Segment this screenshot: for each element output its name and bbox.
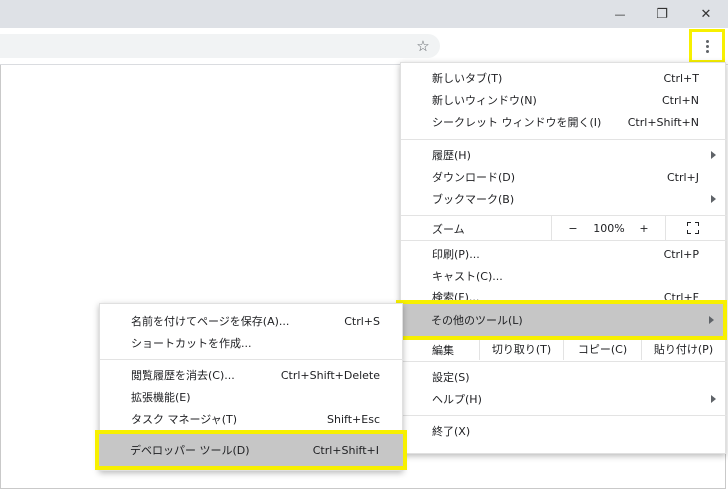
menu-new-window[interactable]: 新しいウィンドウ(N) Ctrl+N: [401, 89, 727, 111]
close-window-button[interactable]: ✕: [686, 0, 726, 28]
minimize-button[interactable]: —: [600, 0, 640, 28]
menu-help[interactable]: ヘルプ(H): [401, 388, 727, 410]
cut-button[interactable]: 切り取り(T): [480, 338, 563, 360]
kebab-icon: [705, 39, 709, 53]
paste-button[interactable]: 貼り付け(P): [642, 338, 725, 360]
submenu-task-manager[interactable]: タスク マネージャ(T) Shift+Esc: [100, 408, 404, 430]
edit-row: 編集 切り取り(T) コピー(C) 貼り付け(P): [401, 338, 727, 360]
submenu-save-page[interactable]: 名前を付けてページを保存(A)... Ctrl+S: [100, 310, 404, 332]
chrome-main-menu: 新しいタブ(T) Ctrl+T 新しいウィンドウ(N) Ctrl+N シークレッ…: [400, 62, 727, 454]
fullscreen-button[interactable]: [681, 216, 705, 240]
submenu-create-shortcut[interactable]: ショートカットを作成...: [100, 332, 404, 354]
copy-button[interactable]: コピー(C): [564, 338, 641, 360]
menu-settings[interactable]: 設定(S): [401, 366, 727, 388]
address-bar[interactable]: [0, 34, 440, 58]
chrome-menu-button[interactable]: [689, 29, 725, 63]
zoom-in-button[interactable]: +: [633, 216, 655, 240]
menu-downloads[interactable]: ダウンロード(D) Ctrl+J: [401, 166, 727, 188]
edit-label: 編集: [432, 344, 454, 357]
menu-exit[interactable]: 終了(X): [401, 420, 727, 442]
submenu-arrow-icon: [709, 316, 714, 324]
close-icon: ✕: [700, 6, 712, 22]
zoom-level: 100%: [593, 221, 625, 235]
submenu-arrow-icon: [711, 395, 716, 403]
menu-history[interactable]: 履歴(H): [401, 144, 727, 166]
menu-more-tools[interactable]: その他のツール(L): [396, 300, 727, 340]
star-icon: ☆: [416, 37, 430, 55]
menu-new-tab[interactable]: 新しいタブ(T) Ctrl+T: [401, 67, 727, 89]
menu-separator: [100, 359, 404, 360]
menu-separator: [401, 139, 727, 140]
zoom-row: ズーム − 100% +: [401, 216, 727, 240]
zoom-out-button[interactable]: −: [561, 216, 585, 240]
fullscreen-icon: [687, 222, 699, 234]
menu-find[interactable]: 検索(F)... Ctrl+F: [401, 288, 727, 300]
bookmark-star-button[interactable]: ☆: [412, 35, 434, 57]
zoom-label: ズーム: [432, 223, 465, 236]
title-bar: — ❐ ✕: [0, 0, 728, 28]
restore-icon: ❐: [656, 6, 668, 22]
submenu-clear-browsing-data[interactable]: 閲覧履歴を消去(C)... Ctrl+Shift+Delete: [100, 364, 404, 386]
menu-cast[interactable]: キャスト(C)...: [401, 265, 727, 287]
menu-separator: [401, 415, 727, 416]
submenu-arrow-icon: [711, 195, 716, 203]
menu-incognito-window[interactable]: シークレット ウィンドウを開く(I) Ctrl+Shift+N: [401, 111, 727, 133]
submenu-extensions[interactable]: 拡張機能(E): [100, 386, 404, 408]
submenu-developer-tools[interactable]: デベロッパー ツール(D) Ctrl+Shift+I: [95, 430, 407, 470]
restore-button[interactable]: ❐: [642, 0, 682, 28]
menu-bookmarks[interactable]: ブックマーク(B): [401, 188, 727, 210]
submenu-arrow-icon: [711, 151, 716, 159]
menu-print[interactable]: 印刷(P)... Ctrl+P: [401, 243, 727, 265]
browser-toolbar: ☆: [0, 28, 728, 65]
menu-separator: [401, 240, 727, 241]
minimize-icon: —: [614, 7, 626, 21]
menu-separator: [401, 361, 727, 362]
